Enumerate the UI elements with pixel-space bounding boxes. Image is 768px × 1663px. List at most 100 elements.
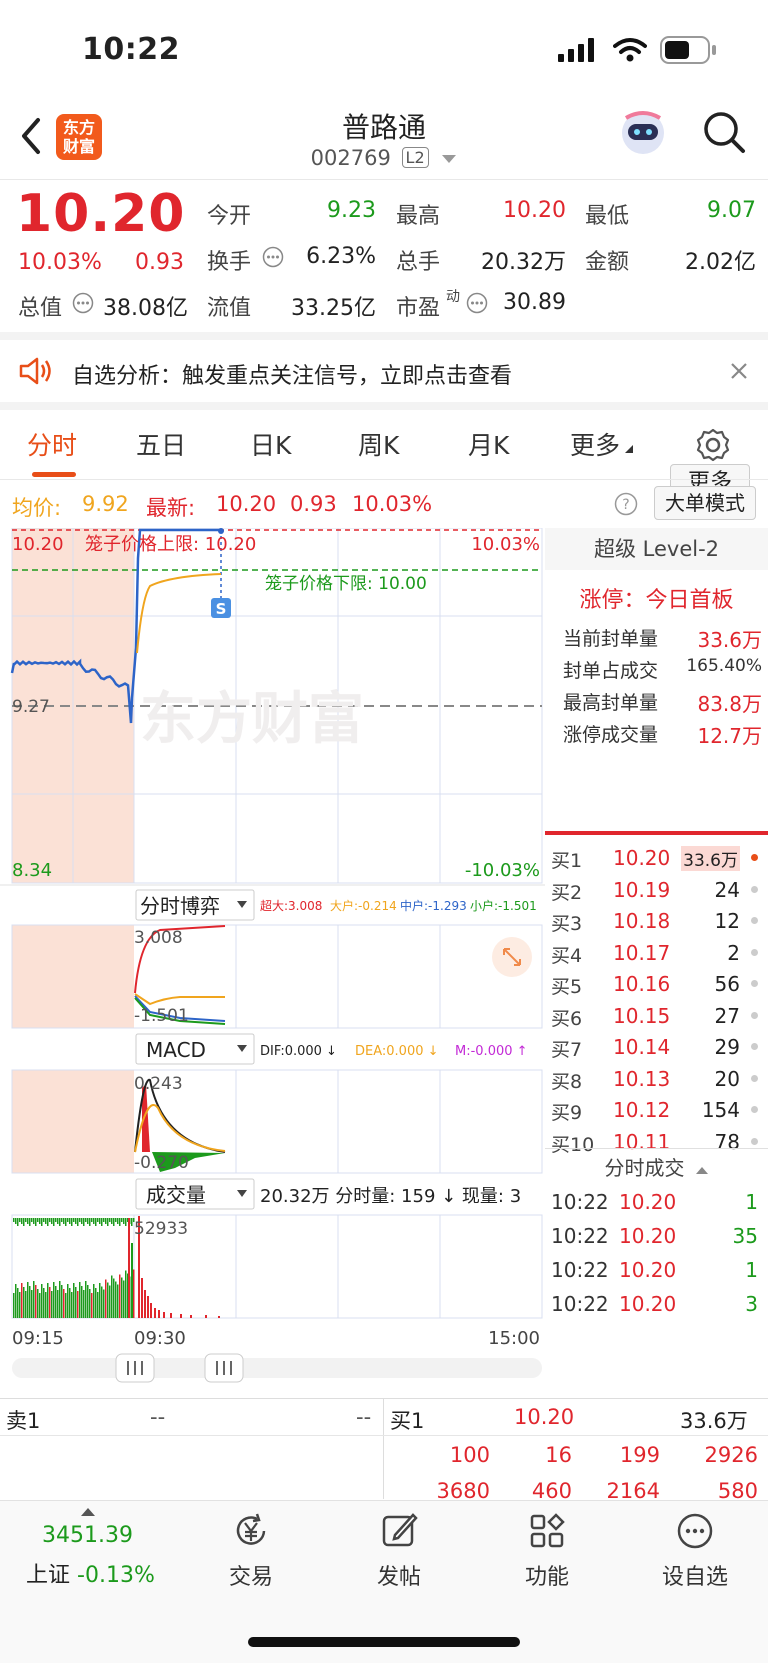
buy1-label: 买1 [390, 1409, 425, 1433]
volume-bar [67, 1284, 69, 1318]
tab-add-watchlist-label: 设自选 [661, 1565, 728, 1590]
big-order-mode-button[interactable]: 大单模式 [654, 486, 756, 520]
bid-price[interactable]: 10.16 [613, 972, 670, 996]
tab-more[interactable]: 更多 [570, 426, 634, 462]
timeline-scroller[interactable] [12, 1358, 542, 1378]
game-top-label: 3.008 [134, 928, 183, 948]
volume-bar [131, 1243, 133, 1318]
intraday-chart-area[interactable]: 东方财富 S 10.20 10.03% 笼子价格上限: 10.20 笼子价格下限… [0, 527, 545, 1398]
bid-price[interactable]: 10.13 [613, 1067, 670, 1091]
volume-bar-top [97, 1218, 99, 1222]
tab-monthly-k[interactable]: 月K [468, 426, 509, 462]
index-value[interactable]: 3451.39 [42, 1523, 133, 1548]
volume-bar [121, 1277, 123, 1318]
bid-price[interactable]: 10.17 [613, 941, 670, 965]
volume-bar-top [91, 1218, 93, 1222]
volume-bar [39, 1293, 41, 1318]
chevron-up-icon [695, 1167, 708, 1174]
bid-price[interactable]: 10.11 [613, 1130, 670, 1154]
tab-functions[interactable]: 功能 [492, 1511, 602, 1591]
tab-daily-k[interactable]: 日K [250, 426, 291, 462]
volume-bar [99, 1283, 101, 1318]
info-dots-icon[interactable] [466, 292, 488, 314]
macd-top-label: 0.243 [134, 1074, 183, 1094]
bid-level-label: 买4 [551, 944, 583, 967]
high-label: 最高 [396, 204, 441, 229]
help-icon[interactable]: ? [614, 492, 638, 516]
alert-text: 自选分析：触发重点关注信号，立即点击查看 [72, 364, 513, 389]
volume-bar [89, 1289, 91, 1318]
bid-price[interactable]: 10.19 [613, 878, 670, 902]
volume-bar [218, 1316, 220, 1318]
volume-bar [128, 1218, 130, 1318]
volume-bar [87, 1285, 89, 1318]
bid-level-label: 买5 [551, 976, 583, 998]
axis-top-left: 10.20 [12, 534, 64, 555]
volume-bar-top [119, 1218, 121, 1226]
volume-bar [45, 1292, 47, 1318]
volume-bar [31, 1290, 33, 1318]
game-pre-market-shade [12, 925, 134, 1028]
low-label: 最低 [585, 204, 630, 229]
volume-bar-top [61, 1218, 63, 1222]
axis-bottom-left: 8.34 [12, 860, 52, 881]
volume-bar-top [33, 1218, 35, 1224]
level2-title[interactable]: 超级 Level-2 [545, 528, 768, 570]
volume-bar-top [19, 1218, 21, 1222]
limit-stat-value: 165.40% [686, 656, 762, 676]
bid-price[interactable]: 10.14 [613, 1035, 670, 1059]
bid-level-label: 买3 [551, 913, 583, 935]
bid-level-label: 买6 [551, 1007, 583, 1030]
bid-price[interactable]: 10.20 [613, 846, 670, 870]
bid-price[interactable]: 10.12 [613, 1098, 670, 1122]
volume-bar [69, 1288, 71, 1318]
volume-bar-top [15, 1218, 17, 1224]
limit-up-title: 涨停：今日首板 [579, 588, 734, 613]
latest-change: 0.93 [290, 492, 337, 516]
settings-gear-icon[interactable] [696, 428, 730, 462]
search-icon[interactable] [700, 108, 748, 156]
svg-text:?: ? [622, 497, 629, 513]
volume-bar-top [99, 1218, 101, 1224]
tick-trades-header[interactable]: 分时成交 [545, 1152, 768, 1181]
volume-bar-top [29, 1218, 31, 1226]
bid-price[interactable]: 10.18 [613, 909, 670, 933]
volume-bar [147, 1296, 149, 1318]
volume-bar-top [125, 1218, 127, 1226]
volume-bar-top [131, 1218, 133, 1226]
volume-bar-top [89, 1218, 91, 1226]
bid-dot-icon [751, 1137, 758, 1145]
analysis-alert-bar[interactable]: 自选分析：触发重点关注信号，立即点击查看 [0, 340, 768, 410]
tab-five-day[interactable]: 五日 [136, 426, 186, 462]
volume-bar-top [63, 1218, 65, 1224]
bid-price[interactable]: 10.15 [613, 1004, 670, 1028]
mcap-value: 38.08亿 [103, 296, 188, 321]
tab-add-watchlist[interactable]: 设自选 [640, 1511, 750, 1591]
speaker-icon [19, 357, 51, 385]
tab-trade[interactable]: 交易 [196, 1511, 306, 1591]
intraday-chart-svg[interactable]: 东方财富 S 10.20 10.03% 笼子价格上限: 10.20 笼子价格下限… [0, 527, 545, 1398]
volume-bar-top [23, 1218, 25, 1226]
index-widget[interactable]: 上证 -0.13% [26, 1557, 155, 1589]
volume-bar-top [47, 1218, 49, 1226]
robot-assistant-icon[interactable] [618, 108, 668, 158]
tab-weekly-k[interactable]: 周K [358, 426, 399, 462]
tab-intraday[interactable]: 分时 [27, 426, 77, 462]
close-icon[interactable] [730, 362, 748, 380]
bid-qty: 29 [714, 1035, 740, 1059]
change-amount: 0.93 [135, 250, 184, 275]
chevron-down-icon [442, 155, 457, 163]
volume-bar-top [117, 1218, 119, 1224]
tab-trade-label: 交易 [228, 1565, 273, 1590]
volume-bar [158, 1310, 160, 1318]
high-value: 10.20 [503, 198, 566, 223]
x-axis-end: 15:00 [488, 1328, 540, 1349]
volume-bar [180, 1314, 182, 1318]
latest-value: 10.20 [216, 492, 277, 516]
tab-post[interactable]: 发帖 [344, 1511, 454, 1591]
queue-order-qty: 100 [449, 1443, 490, 1467]
limit-stat-label: 涨停成交量 [563, 724, 659, 746]
volume-bar [49, 1287, 51, 1318]
buy1-price: 10.20 [514, 1405, 575, 1429]
volume-bar [71, 1292, 73, 1318]
